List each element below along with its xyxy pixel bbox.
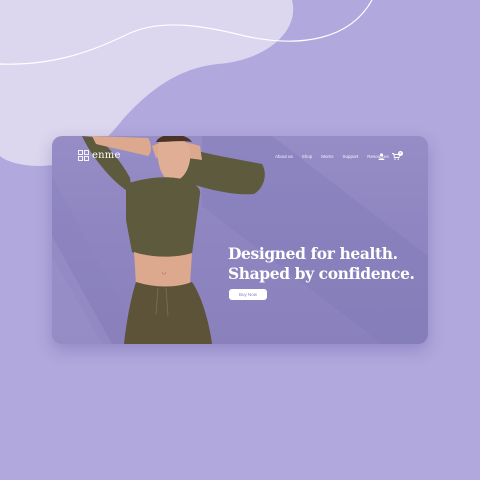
logo-mark-icon (78, 150, 89, 161)
user-icon[interactable] (378, 153, 385, 160)
hair (156, 136, 192, 142)
hero-headline: Designed for health. Shaped by confidenc… (228, 244, 415, 284)
main-nav: About us Shop Moms Support Resources (275, 154, 389, 159)
headline-line-2: Shaped by confidence. (228, 264, 415, 283)
crop-top (126, 177, 201, 258)
website-hero-card: enme About us Shop Moms Support Resource… (52, 136, 428, 344)
buy-now-button[interactable]: Buy Now (229, 289, 267, 300)
nav-support[interactable]: Support (343, 154, 359, 159)
midriff (134, 252, 192, 287)
cart-count-badge: 0 (398, 151, 403, 156)
headline-line-1: Designed for health. (228, 244, 398, 263)
brand-logo[interactable]: enme (78, 150, 121, 161)
nav-shop[interactable]: Shop (302, 154, 313, 159)
nav-about-us[interactable]: About us (275, 154, 293, 159)
hero-photo (52, 136, 428, 344)
brand-name: enme (92, 150, 121, 161)
nav-moms[interactable]: Moms (321, 154, 333, 159)
